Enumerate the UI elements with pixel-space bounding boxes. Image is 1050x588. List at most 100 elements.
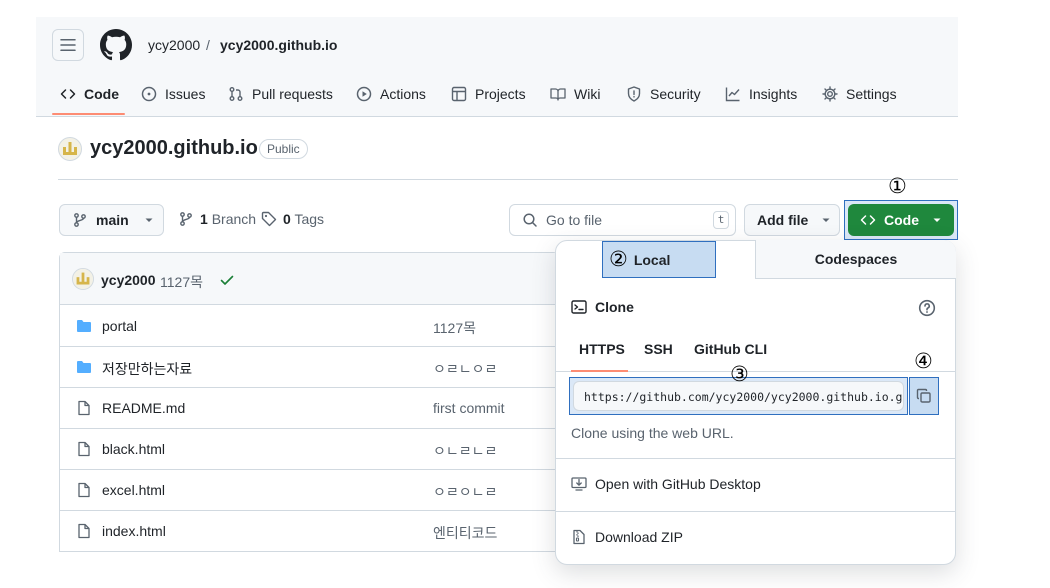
branches-link[interactable]: 1 Branch [178, 211, 256, 227]
file-row[interactable]: excel.html ㅇㄹㅇㄴㄹ [60, 470, 558, 511]
commit-author[interactable]: ycy2000 [101, 272, 156, 288]
tab-security[interactable]: Security [626, 84, 701, 104]
menu-button[interactable] [52, 29, 84, 61]
branch-count: 1 [200, 211, 208, 227]
file-commit-message[interactable]: 1127목 [433, 318, 476, 338]
file-name[interactable]: black.html [102, 441, 165, 457]
issue-icon [141, 86, 157, 102]
copy-url-button[interactable] [909, 377, 939, 415]
protocol-tab-ssh[interactable]: SSH [644, 341, 673, 357]
annotation-4: ④ [914, 349, 933, 373]
tab-local-label: Local [633, 251, 671, 268]
code-button[interactable]: Code [848, 204, 954, 236]
branch-label: Branch [211, 211, 257, 227]
commit-message[interactable]: 1127목 [160, 272, 203, 292]
tab-pull-requests[interactable]: Pull requests [228, 84, 333, 104]
breadcrumb-owner[interactable]: ycy2000 [148, 37, 200, 53]
open-desktop-item[interactable]: Open with GitHub Desktop [571, 476, 761, 492]
tab-projects-label: Projects [475, 86, 526, 102]
file-row[interactable]: index.html 엔티티코드 [60, 511, 558, 552]
graph-icon [725, 87, 740, 102]
file-icon [78, 441, 90, 457]
file-row[interactable]: portal 1127목 [60, 306, 558, 347]
protocol-tab-github-cli[interactable]: GitHub CLI [694, 341, 767, 357]
active-protocol-underline [571, 370, 628, 372]
github-logo[interactable] [100, 29, 132, 61]
file-commit-message[interactable]: 엔티티코드 [433, 523, 497, 543]
branch-icon [74, 213, 86, 227]
file-row[interactable]: 저장만하는자료 ㅇㄹㄴㅇㄹ [60, 347, 558, 388]
desktop-download-icon [571, 477, 587, 491]
file-row[interactable]: README.md first commit [60, 388, 558, 429]
github-mark-icon [100, 29, 132, 61]
tab-codespaces[interactable]: Codespaces [755, 240, 956, 279]
tab-pull-requests-label: Pull requests [252, 86, 333, 102]
tab-code-label: Code [84, 86, 119, 102]
terminal-icon [571, 300, 587, 314]
file-row[interactable]: black.html ㅇㄴㄹㄴㄹ [60, 429, 558, 470]
active-tab-underline [52, 113, 125, 115]
protocol-tab-https[interactable]: HTTPS [579, 341, 625, 357]
caret-down-icon [933, 218, 941, 222]
file-commit-message[interactable]: ㅇㄴㄹㄴㄹ [433, 441, 497, 461]
tag-count: 0 [283, 211, 291, 227]
tab-actions[interactable]: Actions [356, 84, 426, 104]
tab-local[interactable]: ② Local [602, 241, 716, 278]
add-file-label: Add file [757, 212, 809, 228]
repo-title[interactable]: ycy2000.github.io [90, 137, 258, 160]
code-button-label: Code [884, 212, 919, 228]
file-commit-message[interactable]: ㅇㄹㄴㅇㄹ [433, 359, 497, 379]
download-zip-item[interactable]: Download ZIP [571, 529, 683, 545]
file-icon [78, 482, 90, 498]
owner-identicon-icon [72, 268, 94, 290]
tab-issues[interactable]: Issues [141, 84, 205, 104]
question-icon[interactable] [918, 299, 936, 317]
branch-name: main [96, 212, 129, 228]
go-to-file-input[interactable]: Go to file t [509, 204, 736, 236]
pull-request-icon [229, 87, 243, 101]
tab-issues-label: Issues [165, 86, 206, 102]
tag-label: Tags [294, 211, 325, 227]
tab-security-label: Security [650, 86, 701, 102]
download-zip-label: Download ZIP [595, 529, 683, 545]
code-icon [60, 89, 76, 99]
caret-down-icon [822, 218, 830, 222]
table-icon [451, 86, 467, 102]
file-zip-icon [573, 529, 585, 545]
tab-insights[interactable]: Insights [725, 84, 797, 104]
annotation-2: ② [609, 247, 628, 271]
caret-down-icon [145, 218, 153, 222]
file-commit-message[interactable]: first commit [433, 400, 505, 416]
file-name[interactable]: 저장만하는자료 [102, 359, 192, 379]
folder-icon [77, 361, 91, 373]
file-name[interactable]: excel.html [102, 482, 165, 498]
breadcrumb-repo[interactable]: ycy2000.github.io [220, 37, 337, 53]
code-icon [860, 215, 876, 225]
tag-icon [261, 211, 277, 227]
add-file-button[interactable]: Add file [744, 204, 840, 236]
file-name[interactable]: index.html [102, 523, 166, 539]
go-to-file-placeholder: Go to file [546, 212, 603, 228]
tab-projects[interactable]: Projects [451, 84, 526, 104]
file-name[interactable]: portal [102, 318, 137, 334]
tags-link[interactable]: 0 Tags [261, 211, 324, 227]
breadcrumb-separator: / [206, 37, 210, 53]
title-divider [58, 179, 958, 180]
dropdown-divider [556, 511, 955, 512]
clone-hint: Clone using the web URL. [571, 425, 734, 441]
file-name[interactable]: README.md [102, 400, 185, 416]
commit-avatar[interactable] [72, 268, 94, 290]
tab-code[interactable]: Code [60, 84, 119, 104]
clone-heading: Clone [571, 299, 634, 315]
tab-codespaces-label: Codespaces [814, 251, 898, 267]
shortcut-key: t [713, 211, 729, 229]
file-icon [78, 400, 90, 416]
file-commit-message[interactable]: ㅇㄹㅇㄴㄹ [433, 482, 497, 502]
shield-icon [627, 86, 641, 102]
search-icon [523, 213, 537, 227]
check-icon [220, 275, 234, 285]
branch-selector[interactable]: main [59, 204, 164, 236]
tab-settings[interactable]: Settings [822, 84, 897, 104]
tab-wiki[interactable]: Wiki [550, 84, 600, 104]
tab-actions-label: Actions [380, 86, 426, 102]
